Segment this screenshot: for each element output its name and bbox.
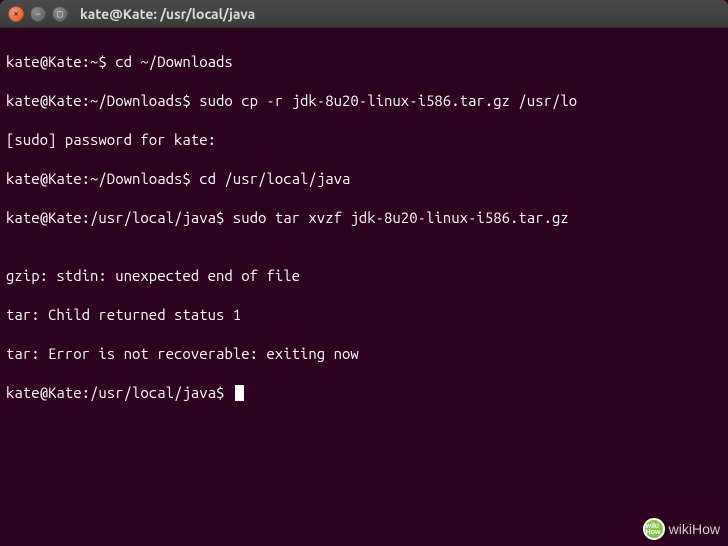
terminal-line: kate@Kate:~/Downloads$ cd /usr/local/jav… bbox=[6, 169, 722, 189]
window-title: kate@Kate: /usr/local/java bbox=[80, 6, 255, 22]
minimize-icon[interactable]: − bbox=[30, 6, 46, 22]
cursor bbox=[235, 385, 244, 401]
terminal-line: [sudo] password for kate: bbox=[6, 130, 722, 150]
watermark-text: wikiHow bbox=[669, 521, 720, 537]
wikihow-logo-icon bbox=[643, 518, 665, 540]
terminal-prompt-line: kate@Kate:/usr/local/java$ bbox=[6, 383, 722, 403]
terminal-line: kate@Kate:~$ cd ~/Downloads bbox=[6, 52, 722, 72]
window-controls: × − ▢ bbox=[8, 6, 68, 22]
maximize-icon[interactable]: ▢ bbox=[52, 6, 68, 22]
watermark: wikiHow bbox=[643, 518, 720, 540]
terminal-body[interactable]: kate@Kate:~$ cd ~/Downloads kate@Kate:~/… bbox=[0, 28, 728, 426]
titlebar: × − ▢ kate@Kate: /usr/local/java bbox=[0, 0, 728, 28]
terminal-prompt: kate@Kate:/usr/local/java$ bbox=[6, 384, 233, 401]
terminal-line: kate@Kate:~/Downloads$ sudo cp -r jdk-8u… bbox=[6, 91, 722, 111]
terminal-line: tar: Child returned status 1 bbox=[6, 305, 722, 325]
close-icon[interactable]: × bbox=[8, 6, 24, 22]
terminal-line: kate@Kate:/usr/local/java$ sudo tar xvzf… bbox=[6, 208, 722, 228]
terminal-line: tar: Error is not recoverable: exiting n… bbox=[6, 344, 722, 364]
terminal-line: gzip: stdin: unexpected end of file bbox=[6, 266, 722, 286]
